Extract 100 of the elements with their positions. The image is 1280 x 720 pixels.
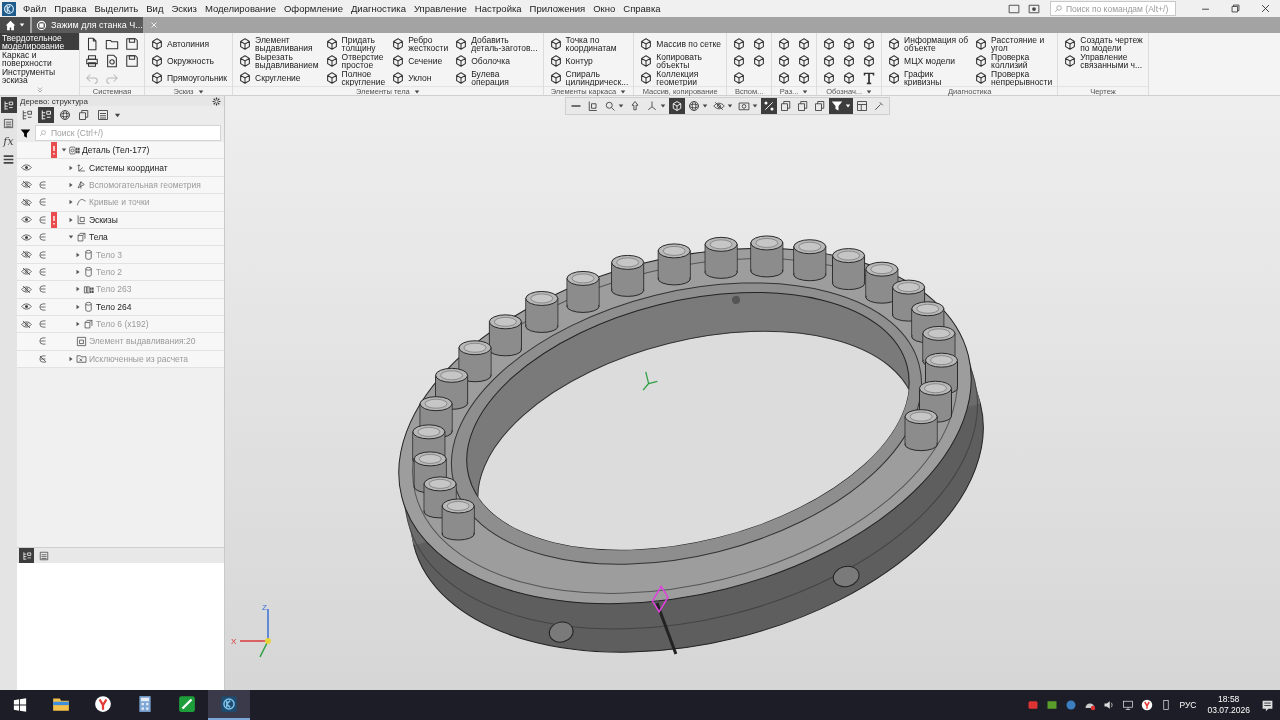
folder-icon[interactable] xyxy=(52,695,70,713)
expand-arrow-icon[interactable] xyxy=(68,355,74,362)
windows-logo-icon[interactable] xyxy=(13,698,27,712)
mode-tab[interactable]: Твердотельное моделирование xyxy=(0,33,79,50)
tool-button[interactable] xyxy=(842,52,857,69)
mesh-sphere-icon[interactable] xyxy=(688,100,700,112)
search-field[interactable]: Поиск (Ctrl+/) xyxy=(35,125,221,141)
caret-icon[interactable] xyxy=(660,103,666,109)
excluded-element-icon[interactable] xyxy=(38,353,48,364)
expand-arrow-icon[interactable] xyxy=(75,251,81,258)
ribbon-command[interactable]: Элемент выдавливания xyxy=(238,35,319,52)
tool-button[interactable] xyxy=(862,52,877,69)
tool-button[interactable] xyxy=(777,52,792,69)
element-of-icon[interactable] xyxy=(38,232,48,243)
menu-item[interactable]: Справка xyxy=(619,0,665,17)
menu-item[interactable]: Оформление xyxy=(279,0,347,17)
zoom-icon[interactable] xyxy=(604,100,616,112)
ribbon-command[interactable]: Добавить деталь-заготов... xyxy=(454,35,538,52)
menu-item[interactable]: Эскиз xyxy=(167,0,201,17)
expand-arrow-icon[interactable] xyxy=(75,303,81,310)
speaker-icon[interactable] xyxy=(1103,699,1116,711)
ribbon-command[interactable]: Прямоугольник xyxy=(150,69,228,86)
menu-item[interactable]: Моделирование xyxy=(200,0,280,17)
menu-item[interactable]: Приложения xyxy=(525,0,590,17)
filter-icon[interactable] xyxy=(831,100,843,112)
hidden-eye-icon[interactable] xyxy=(20,283,32,295)
tree-item[interactable]: Эскизы xyxy=(89,214,118,225)
ribbon-command[interactable]: Автолиния xyxy=(150,35,228,52)
menu-item[interactable]: Управление xyxy=(410,0,471,17)
ribbon-command[interactable]: Вырезать выдавливанием xyxy=(238,52,319,69)
tool-button[interactable] xyxy=(797,69,812,86)
ribbon-command[interactable]: МЦХ модели xyxy=(887,52,969,69)
expand-arrow-icon[interactable] xyxy=(75,268,81,275)
tool-button[interactable] xyxy=(752,52,767,69)
home-icon[interactable] xyxy=(5,19,16,31)
ribbon-command[interactable]: Скругление xyxy=(238,69,319,86)
caret-icon[interactable] xyxy=(727,103,733,109)
ribbon-command[interactable]: Спираль цилиндрическ... xyxy=(548,69,629,86)
eye-icon[interactable] xyxy=(20,301,32,313)
hidden-eye-icon[interactable] xyxy=(20,179,32,191)
menu-item[interactable]: Окно xyxy=(589,0,620,17)
hidden-eye-icon[interactable] xyxy=(20,266,32,278)
clock[interactable]: 18:58 03.07.2026 xyxy=(1203,694,1254,716)
tool-button[interactable] xyxy=(862,35,877,52)
ribbon-command[interactable]: Информация об объекте xyxy=(887,35,969,52)
tool-button[interactable] xyxy=(732,69,747,86)
tray-app-icon[interactable] xyxy=(1065,699,1078,711)
element-of-icon[interactable] xyxy=(38,214,48,225)
tool-button[interactable] xyxy=(777,35,792,52)
ribbon-command[interactable]: Проверка коллизий xyxy=(974,52,1053,69)
menu-item[interactable]: Вид xyxy=(142,0,168,17)
mode-tab[interactable]: Каркас и поверхности xyxy=(0,50,79,67)
ribbon-command[interactable]: Коллекция геометрии xyxy=(639,69,722,86)
browser-icon[interactable] xyxy=(1141,699,1154,711)
element-of-icon[interactable] xyxy=(38,319,48,330)
tool-button[interactable] xyxy=(797,52,812,69)
tool-button[interactable] xyxy=(842,35,857,52)
ribbon-command[interactable]: График кривизны xyxy=(887,69,969,86)
tool-button[interactable] xyxy=(842,69,857,86)
expand-arrow-icon[interactable] xyxy=(68,234,74,241)
caret-icon[interactable] xyxy=(702,103,708,109)
hidden-eye-icon[interactable] xyxy=(20,196,32,208)
formula-tab[interactable]: fx xyxy=(0,133,17,149)
hidden-eye-icon[interactable] xyxy=(713,100,725,112)
ribbon-command[interactable]: Расстояние и угол xyxy=(974,35,1053,52)
caret-icon[interactable] xyxy=(752,103,758,109)
ribbon-command[interactable]: Булева операция xyxy=(454,69,538,86)
ribbon-command[interactable]: Создать чертеж по модели xyxy=(1063,35,1143,52)
ribbon-command[interactable]: Окружность xyxy=(150,52,228,69)
view-tool-button[interactable] xyxy=(686,98,710,114)
tree-item[interactable]: Тело 264 xyxy=(96,301,132,312)
home-button[interactable] xyxy=(0,17,30,33)
camera-icon[interactable] xyxy=(738,100,750,112)
hidden-eye-icon[interactable] xyxy=(20,318,32,330)
expand-arrow-icon[interactable] xyxy=(68,164,74,171)
tray-app-icon[interactable] xyxy=(1027,699,1040,711)
tool-button[interactable] xyxy=(125,35,139,52)
ribbon-command[interactable]: Контур xyxy=(548,52,629,69)
browser-icon[interactable] xyxy=(94,695,112,713)
pen-icon[interactable] xyxy=(178,695,196,713)
eye-icon[interactable] xyxy=(20,231,32,243)
menu-item[interactable]: Настройка xyxy=(470,0,526,17)
element-of-icon[interactable] xyxy=(38,197,48,208)
menu-item[interactable]: Диагностика xyxy=(346,0,410,17)
tool-button[interactable] xyxy=(752,35,767,52)
tool-button[interactable] xyxy=(125,52,139,69)
hidden-eye-icon[interactable] xyxy=(20,249,32,261)
language-indicator[interactable]: РУС xyxy=(1179,700,1197,710)
element-of-icon[interactable] xyxy=(38,179,48,190)
restore-icon[interactable] xyxy=(1229,3,1241,14)
tool-button[interactable] xyxy=(822,52,837,69)
ribbon-command[interactable]: Точка по координатам xyxy=(548,35,629,52)
ribbon-command[interactable]: Проверка непрерывности xyxy=(974,69,1053,86)
element-of-icon[interactable] xyxy=(38,284,48,295)
ribbon-command[interactable]: Сечение xyxy=(391,52,449,69)
element-of-icon[interactable] xyxy=(38,249,48,260)
view-tool-button[interactable] xyxy=(829,98,853,114)
filter-icon[interactable] xyxy=(20,127,31,139)
expand-arrow-icon[interactable] xyxy=(75,321,81,328)
tool-button[interactable] xyxy=(797,35,812,52)
